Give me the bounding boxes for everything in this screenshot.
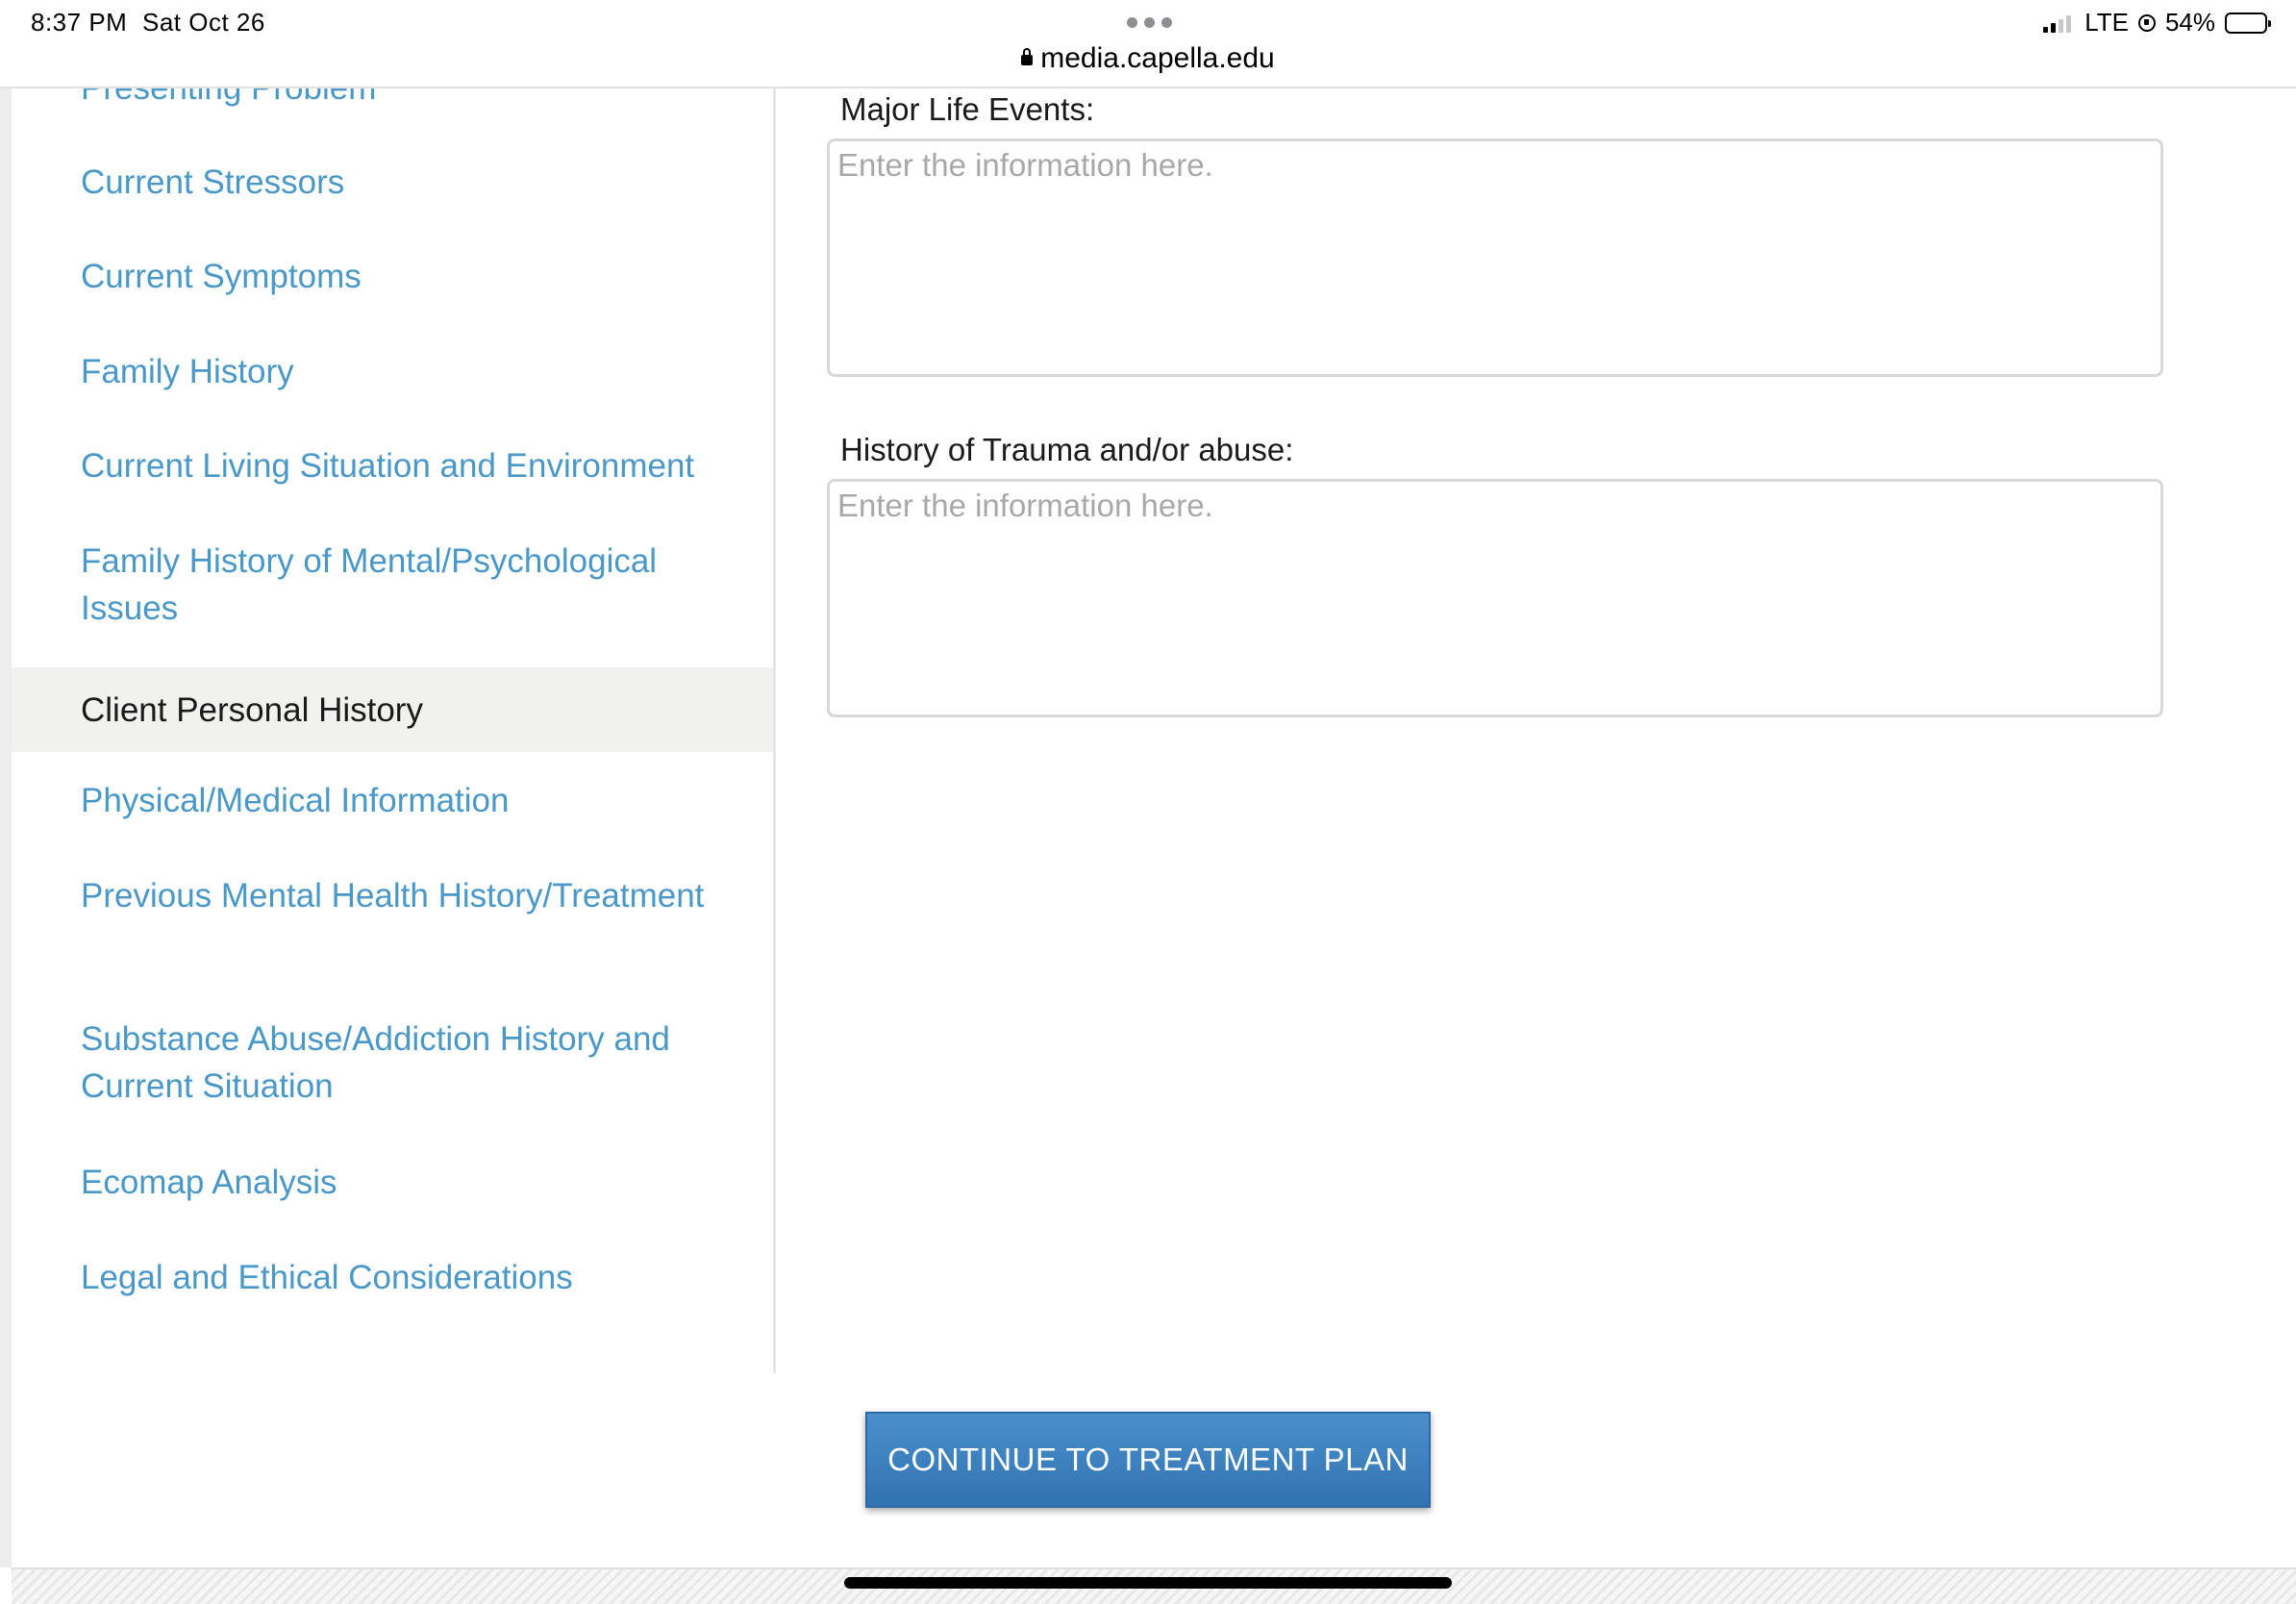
status-time: 8:37 PM <box>31 8 128 37</box>
sidebar-item-current-symptoms[interactable]: Current Symptoms <box>12 253 773 300</box>
home-indicator[interactable] <box>844 1577 1452 1589</box>
sidebar-nav: Presenting Problem Current Stressors Cur… <box>12 88 776 1373</box>
sidebar-item-substance-abuse[interactable]: Substance Abuse/Addiction History and Cu… <box>12 1015 773 1110</box>
cellular-signal-icon <box>2043 13 2072 33</box>
sidebar-item-ecomap-analysis[interactable]: Ecomap Analysis <box>12 1159 773 1206</box>
lock-icon <box>1021 48 1034 65</box>
left-gutter <box>0 88 12 1567</box>
battery-icon <box>2225 12 2271 34</box>
status-date: Sat Oct 26 <box>142 8 265 37</box>
orientation-lock-icon <box>2137 13 2156 32</box>
network-type: LTE <box>2084 8 2129 37</box>
url-text: media.capella.edu <box>1040 42 1275 74</box>
major-life-events-input[interactable] <box>827 138 2163 377</box>
sidebar-item-living-situation[interactable]: Current Living Situation and Environment <box>12 442 773 489</box>
sidebar-item-physical-medical[interactable]: Physical/Medical Information <box>12 777 773 824</box>
sidebar-item-previous-mental-health[interactable]: Previous Mental Health History/Treatment <box>12 872 773 919</box>
address-bar[interactable]: media.capella.edu <box>0 42 2296 75</box>
battery-percent: 54% <box>2164 8 2215 37</box>
status-indicators: LTE 54% <box>2043 8 2271 38</box>
continue-to-treatment-plan-button[interactable]: CONTINUE TO TREATMENT PLAN <box>865 1412 1431 1508</box>
sidebar-item-current-stressors[interactable]: Current Stressors <box>12 159 773 206</box>
multitasking-dots-icon[interactable] <box>1127 17 1172 28</box>
sidebar-item-client-personal-history[interactable]: Client Personal History <box>12 667 773 752</box>
trauma-history-input[interactable] <box>827 479 2163 717</box>
sidebar-item-family-history[interactable]: Family History <box>12 348 773 395</box>
sidebar-item-family-mental-history[interactable]: Family History of Mental/Psychological I… <box>12 538 773 632</box>
page-content: Presenting Problem Current Stressors Cur… <box>12 88 2296 1567</box>
major-life-events-label: Major Life Events: <box>840 91 1095 127</box>
sidebar-item-legal-ethical[interactable]: Legal and Ethical Considerations <box>12 1254 773 1301</box>
status-bar: 8:37 PM Sat Oct 26 media.capella.edu LTE… <box>0 0 2296 88</box>
trauma-history-label: History of Trauma and/or abuse: <box>840 432 1294 467</box>
sidebar-item-presenting-problem[interactable]: Presenting Problem <box>12 88 773 112</box>
